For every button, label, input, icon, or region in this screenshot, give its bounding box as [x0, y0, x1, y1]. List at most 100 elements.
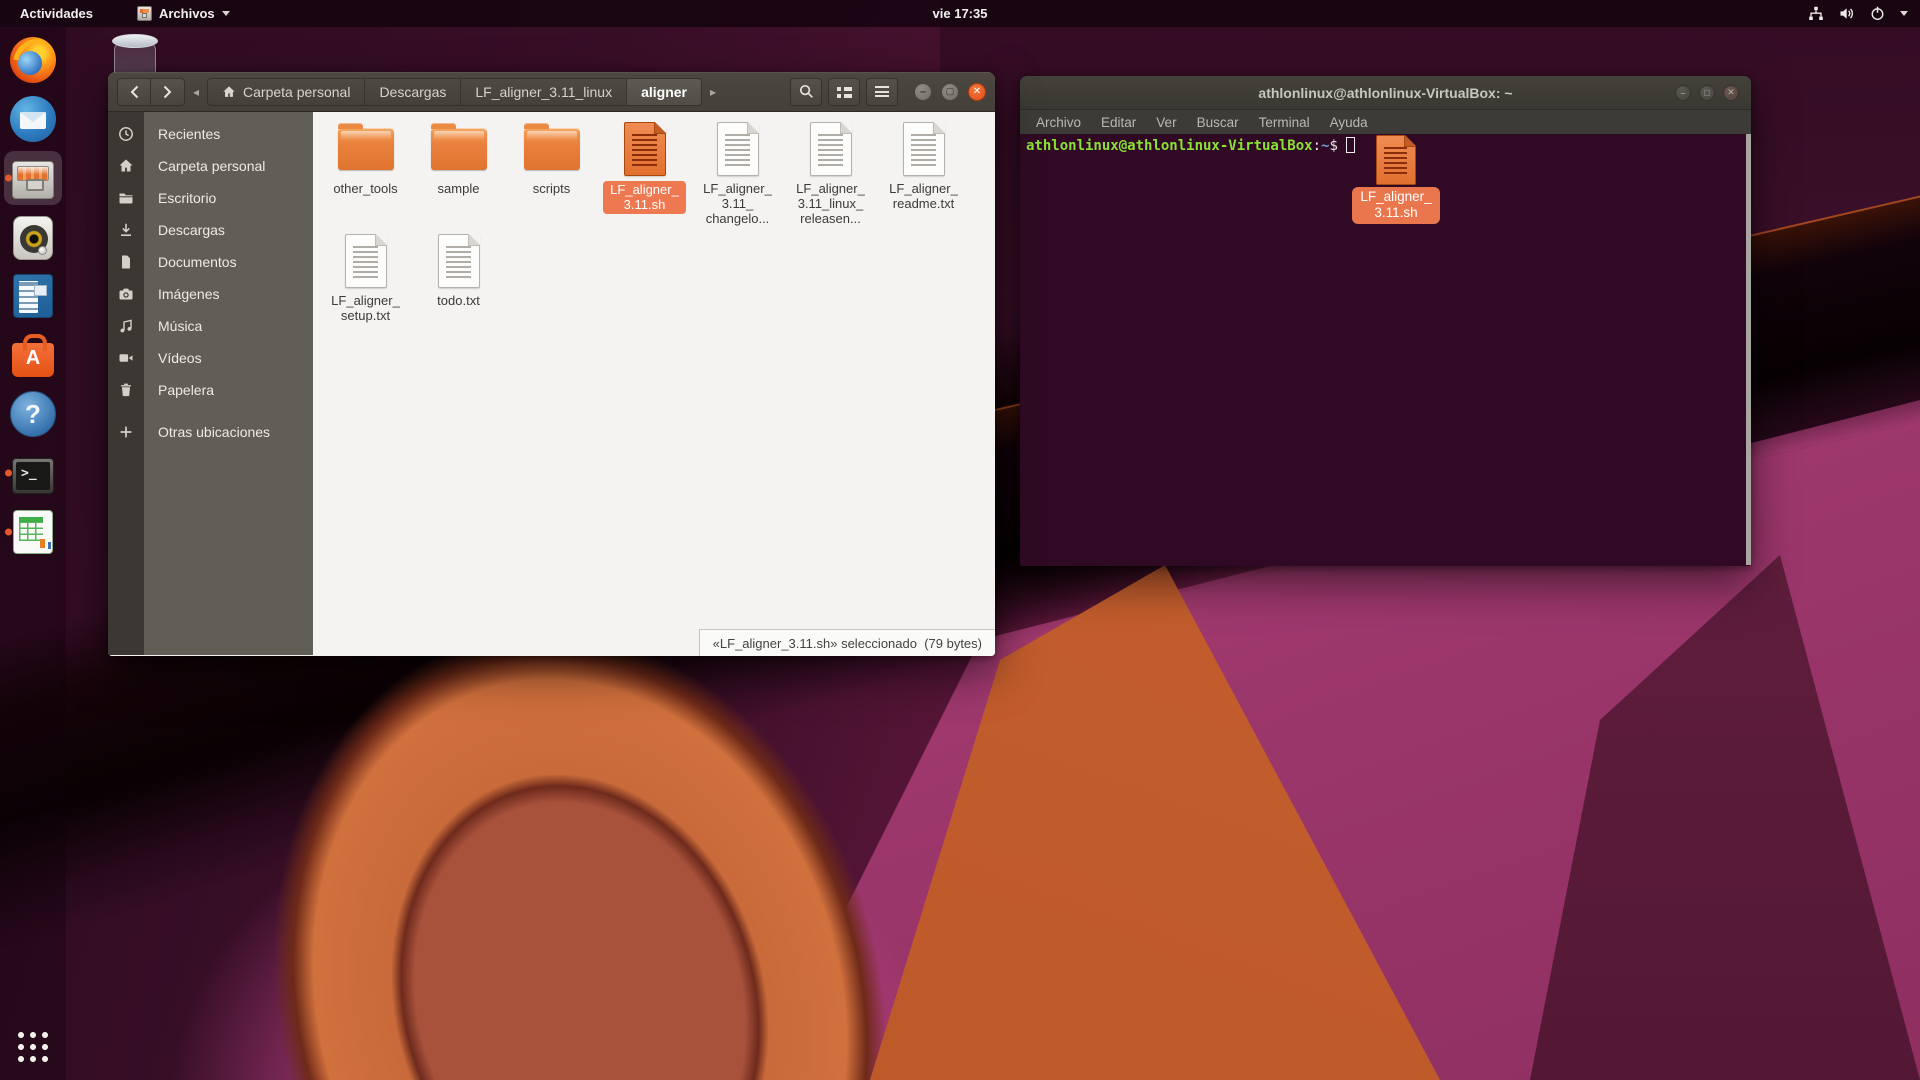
file-item-other-tools[interactable]: other_tools: [319, 120, 412, 232]
chevron-right-icon: [163, 85, 172, 99]
network-icon: [1808, 6, 1824, 21]
search-icon: [799, 84, 814, 99]
firefox-icon: [10, 37, 56, 83]
window-controls: [914, 83, 986, 101]
sidebar-item-musica[interactable]: Música: [108, 310, 313, 342]
breadcrumb-label: aligner: [641, 84, 687, 100]
menu-buscar[interactable]: Buscar: [1187, 115, 1249, 130]
sidebar-item-escritorio[interactable]: Escritorio: [108, 182, 313, 214]
prompt-user-host: athlonlinux@athlonlinux-VirtualBox: [1026, 138, 1313, 154]
home-icon: [108, 158, 144, 174]
volume-icon: [1839, 6, 1855, 21]
recent-icon: [108, 126, 144, 142]
sidebar-item-imagenes[interactable]: Imágenes: [108, 278, 313, 310]
home-icon: [222, 85, 236, 99]
downloads-icon: [108, 222, 144, 238]
dock-item-terminal[interactable]: [4, 446, 62, 500]
breadcrumb-label: Carpeta personal: [243, 84, 350, 100]
menu-ver[interactable]: Ver: [1146, 115, 1186, 130]
files-app-icon: [137, 6, 152, 21]
close-button[interactable]: [968, 83, 986, 101]
menu-editar[interactable]: Editar: [1091, 115, 1146, 130]
path-scroll-left-icon[interactable]: ◂: [191, 85, 201, 99]
sidebar-item-papelera[interactable]: Papelera: [108, 374, 313, 406]
system-status-area[interactable]: [1808, 6, 1908, 21]
file-item-lf-aligner-sh-selected[interactable]: LF_aligner_3.11.sh: [598, 120, 691, 232]
libreoffice-writer-icon: [13, 274, 53, 318]
sidebar-item-label: Carpeta personal: [158, 158, 265, 174]
breadcrumb-home[interactable]: Carpeta personal: [208, 79, 365, 105]
path-scroll-right-icon[interactable]: ▸: [708, 85, 718, 99]
breadcrumb: Carpeta personal Descargas LF_aligner_3.…: [207, 78, 702, 106]
menu-terminal[interactable]: Terminal: [1249, 115, 1320, 130]
menu-button[interactable]: [866, 78, 898, 106]
file-item-changelog[interactable]: LF_aligner_3.11_changelo...: [691, 120, 784, 232]
terminal-titlebar[interactable]: athlonlinux@athlonlinux-VirtualBox: ~: [1020, 76, 1751, 110]
menu-archivo[interactable]: Archivo: [1026, 115, 1091, 130]
terminal-title: athlonlinux@athlonlinux-VirtualBox: ~: [1020, 85, 1751, 101]
sidebar-item-label: Documentos: [158, 254, 237, 270]
file-item-releasenotes[interactable]: LF_aligner_3.11_linux_releasen...: [784, 120, 877, 232]
dock-item-show-applications[interactable]: [4, 1018, 62, 1072]
file-item-scripts[interactable]: scripts: [505, 120, 598, 232]
list-view-icon: [837, 86, 852, 98]
view-toggle-button[interactable]: [828, 78, 860, 106]
dock-item-thunderbird[interactable]: [4, 92, 62, 146]
app-menu-button[interactable]: Archivos: [129, 6, 238, 21]
sidebar-item-videos[interactable]: Vídeos: [108, 342, 313, 374]
sidebar-item-documentos[interactable]: Documentos: [108, 246, 313, 278]
files-body: Recientes Carpeta personal Escritorio De…: [108, 112, 995, 655]
menu-ayuda[interactable]: Ayuda: [1320, 115, 1378, 130]
dock-item-rhythmbox[interactable]: [4, 210, 62, 264]
hamburger-icon: [875, 86, 889, 97]
file-item-sample[interactable]: sample: [412, 120, 505, 232]
breadcrumb-label: LF_aligner_3.11_linux: [475, 84, 612, 100]
chevron-left-icon: [130, 85, 139, 99]
sidebar-item-label: Recientes: [158, 126, 220, 142]
sidebar-item-otras-ubicaciones[interactable]: Otras ubicaciones: [108, 416, 313, 448]
shell-script-icon: [624, 122, 666, 176]
folder-icon: [524, 128, 580, 170]
sidebar-item-label: Vídeos: [158, 350, 202, 366]
trash-icon: [108, 382, 144, 398]
breadcrumb-descargas[interactable]: Descargas: [365, 79, 461, 105]
dock-item-libreoffice-calc[interactable]: [4, 505, 62, 559]
sidebar-item-label: Otras ubicaciones: [158, 424, 270, 440]
nav-buttons: [117, 78, 185, 106]
text-file-icon: [345, 234, 387, 288]
text-file-icon: [438, 234, 480, 288]
sidebar-item-descargas[interactable]: Descargas: [108, 214, 313, 246]
file-item-setup[interactable]: LF_aligner_setup.txt: [319, 232, 412, 344]
file-item-readme[interactable]: LF_aligner_readme.txt: [877, 120, 970, 232]
terminal-body[interactable]: athlonlinux@athlonlinux-VirtualBox:~$ LF…: [1020, 134, 1751, 565]
terminal-scrollbar[interactable]: [1746, 134, 1751, 565]
plus-icon: [108, 424, 144, 440]
sidebar-item-carpeta-personal[interactable]: Carpeta personal: [108, 150, 313, 182]
terminal-close-button[interactable]: [1723, 85, 1739, 101]
terminal-minimize-button[interactable]: [1675, 85, 1691, 101]
folder-icon: [338, 128, 394, 170]
back-button[interactable]: [117, 78, 151, 106]
drag-ghost-file[interactable]: LF_aligner_3.11.sh: [1350, 135, 1442, 224]
help-icon: [10, 391, 56, 437]
forward-button[interactable]: [151, 78, 185, 106]
file-item-todo[interactable]: todo.txt: [412, 232, 505, 344]
dock-item-firefox[interactable]: [4, 33, 62, 87]
dock-item-libreoffice-writer[interactable]: [4, 269, 62, 323]
breadcrumb-lf-aligner-linux[interactable]: LF_aligner_3.11_linux: [461, 79, 627, 105]
running-indicator: [5, 175, 12, 182]
terminal-maximize-button[interactable]: [1699, 85, 1715, 101]
chevron-down-icon: [222, 11, 230, 16]
dock-item-ubuntu-software[interactable]: [4, 328, 62, 382]
dock-item-help[interactable]: [4, 387, 62, 441]
search-button[interactable]: [790, 78, 822, 106]
breadcrumb-aligner-current[interactable]: aligner: [627, 79, 701, 105]
dock-item-files[interactable]: [4, 151, 62, 205]
files-icon: [12, 161, 54, 199]
minimize-button[interactable]: [914, 83, 932, 101]
clock[interactable]: vie 17:35: [933, 6, 988, 21]
activities-button[interactable]: Actividades: [12, 6, 101, 21]
sidebar-item-label: Papelera: [158, 382, 214, 398]
sidebar-item-recientes[interactable]: Recientes: [108, 118, 313, 150]
maximize-button[interactable]: [941, 83, 959, 101]
